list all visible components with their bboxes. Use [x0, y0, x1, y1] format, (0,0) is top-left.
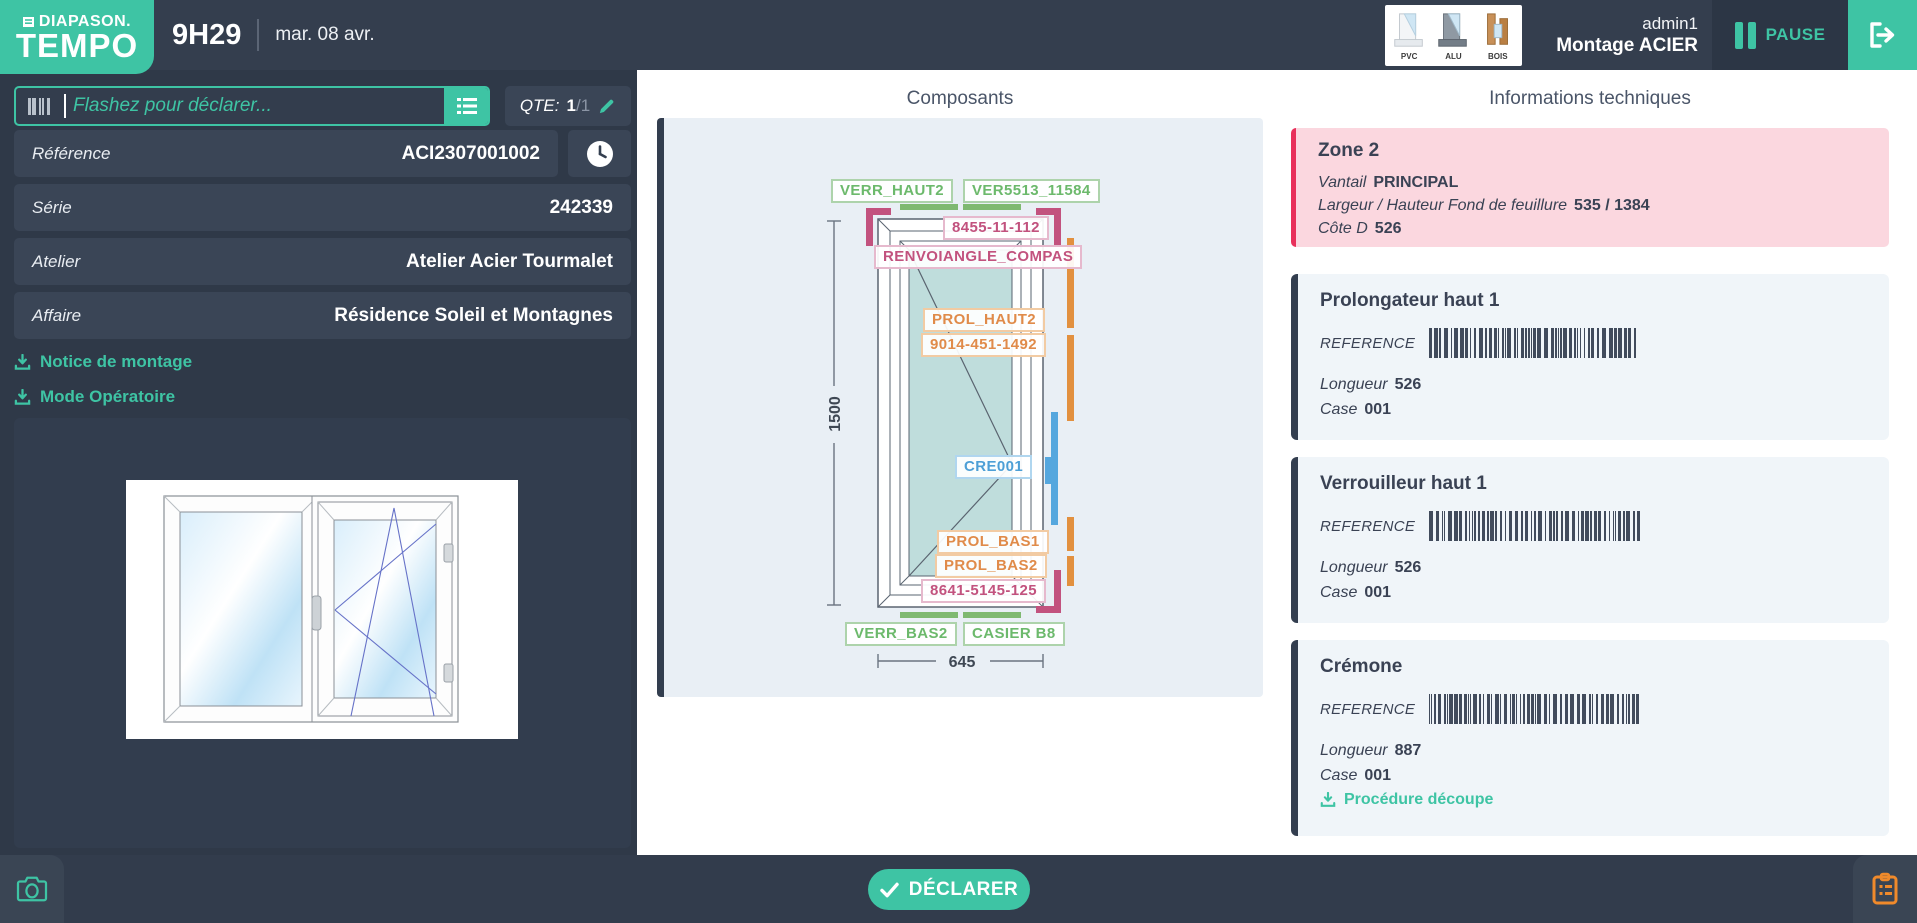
download-icon: [14, 389, 31, 406]
prolongateur-bars: [1067, 238, 1074, 586]
product-preview-panel: [14, 418, 631, 848]
material-pvc: PVC: [1388, 11, 1430, 61]
pvc-profile-icon: [1390, 11, 1428, 51]
link-mode-operatoire[interactable]: Mode Opératoire: [14, 387, 175, 407]
edit-pencil-icon[interactable]: [597, 97, 616, 116]
clock-zone: 9H29 mar. 08 avr.: [172, 0, 375, 70]
barcode-icon: [28, 98, 54, 115]
field-reference: Référence ACI2307001002: [14, 130, 558, 177]
window-preview-image: [126, 480, 518, 739]
component-label-verr-haut2: VERR_HAUT2: [831, 179, 953, 203]
clipboard-icon: [1870, 872, 1900, 906]
zone-row-feuillure: Largeur / Hauteur Fond de feuillure535 /…: [1318, 194, 1867, 217]
clock-icon: [585, 139, 615, 169]
zone-row-cote-d: Côte D526: [1318, 217, 1867, 240]
components-diagram-panel: 1500 645: [657, 118, 1263, 697]
card-row-case: Case001: [1320, 397, 1867, 422]
reference-barcode: [1429, 694, 1641, 724]
sidebar: Flashez pour déclarer... QTE: 1 /1 Référ…: [0, 70, 637, 855]
field-serie: Série 242339: [14, 184, 631, 231]
component-label-prol-haut2: PROL_HAUT2: [923, 308, 1045, 332]
cremone-bar: [1045, 412, 1058, 525]
current-date: mar. 08 avr.: [275, 24, 374, 46]
brand-tempo: TEMPO: [16, 31, 138, 61]
component-label-prol-bas2: PROL_BAS2: [935, 554, 1047, 578]
quantity-current: 1: [567, 96, 576, 116]
card-row-case: Case001: [1320, 580, 1867, 605]
component-label-ver5513: VER5513_11584: [963, 179, 1100, 203]
card-prolongateur-haut: Prolongateur haut 1 REFERENCE Longueur52…: [1291, 274, 1889, 440]
main-area: Composants Informations techniques 1500 …: [637, 70, 1917, 855]
field-affaire: Affaire Résidence Soleil et Montagnes: [14, 292, 631, 339]
card-row-case: Case001: [1320, 763, 1867, 788]
logout-icon: [1867, 20, 1899, 50]
window-drawing: [126, 480, 518, 739]
camera-button[interactable]: [0, 855, 64, 923]
card-row-longueur: Longueur526: [1320, 555, 1867, 580]
camera-icon: [16, 875, 48, 903]
logout-button[interactable]: [1848, 0, 1917, 70]
list-button[interactable]: [444, 86, 490, 126]
info-title: Informations techniques: [1291, 88, 1889, 110]
dim-width: 645: [949, 654, 976, 671]
components-title: Composants: [657, 88, 1263, 110]
card-cremone: Crémone REFERENCE Longueur887 Case001 Pr…: [1291, 640, 1889, 836]
pause-icon: [1735, 22, 1756, 49]
history-button[interactable]: [568, 130, 631, 177]
alu-profile-icon: [1434, 11, 1472, 51]
field-atelier: Atelier Atelier Acier Tourmalet: [14, 238, 631, 285]
footer-bar: DÉCLARER: [0, 855, 1917, 923]
check-icon: [880, 882, 899, 898]
user-block: admin1 Montage ACIER: [1498, 0, 1710, 70]
dim-height: 1500: [827, 396, 844, 432]
pause-button[interactable]: PAUSE: [1712, 0, 1848, 70]
top-bar: 9H29 mar. 08 avr. PVC ALU: [0, 0, 1917, 70]
material-alu: ALU: [1432, 11, 1474, 61]
reference-barcode: [1429, 511, 1641, 541]
link-procedure-decoupe[interactable]: Procédure découpe: [1320, 791, 1867, 809]
zone-title: Zone 2: [1318, 140, 1867, 162]
card-row-longueur: Longueur526: [1320, 372, 1867, 397]
component-label-8641: 8641-5145-125: [921, 579, 1046, 603]
app-logo: DIAPASON. TEMPO: [0, 0, 154, 74]
declare-button[interactable]: DÉCLARER: [868, 869, 1030, 910]
window-technical-drawing: 1500 645: [664, 118, 1263, 697]
component-label-cre001: CRE001: [955, 455, 1032, 479]
scan-placeholder: Flashez pour déclarer...: [73, 95, 446, 117]
list-icon: [455, 95, 479, 117]
component-label-verr-bas2: VERR_BAS2: [845, 622, 957, 646]
card-row-longueur: Longueur887: [1320, 738, 1867, 763]
quantity-box: QTE: 1 /1: [505, 86, 631, 126]
component-label-8455: 8455-11-112: [943, 216, 1049, 240]
zone-row-vantail: VantailPRINCIPAL: [1318, 171, 1867, 194]
user-name: admin1: [1642, 13, 1698, 34]
component-label-casier-b8: CASIER B8: [963, 622, 1065, 646]
quantity-total: /1: [576, 96, 590, 116]
text-cursor: [64, 94, 66, 118]
download-icon: [1320, 792, 1336, 808]
component-label-prol-bas1: PROL_BAS1: [937, 530, 1049, 554]
workstation-name: Montage ACIER: [1556, 34, 1698, 57]
reference-barcode: [1429, 328, 1641, 358]
link-notice-montage[interactable]: Notice de montage: [14, 352, 192, 372]
card-verrouilleur-haut: Verrouilleur haut 1 REFERENCE Longueur52…: [1291, 457, 1889, 623]
component-label-9014: 9014-451-1492: [921, 333, 1046, 357]
current-time: 9H29: [172, 19, 241, 52]
divider: [257, 19, 259, 51]
clipboard-button[interactable]: [1853, 855, 1917, 923]
component-label-renvoiangle: RENVOIANGLE_COMPAS: [874, 245, 1082, 269]
zone-card: Zone 2 VantailPRINCIPAL Largeur / Hauteu…: [1291, 128, 1889, 247]
scan-input[interactable]: Flashez pour déclarer...: [14, 86, 490, 126]
download-icon: [14, 354, 31, 371]
